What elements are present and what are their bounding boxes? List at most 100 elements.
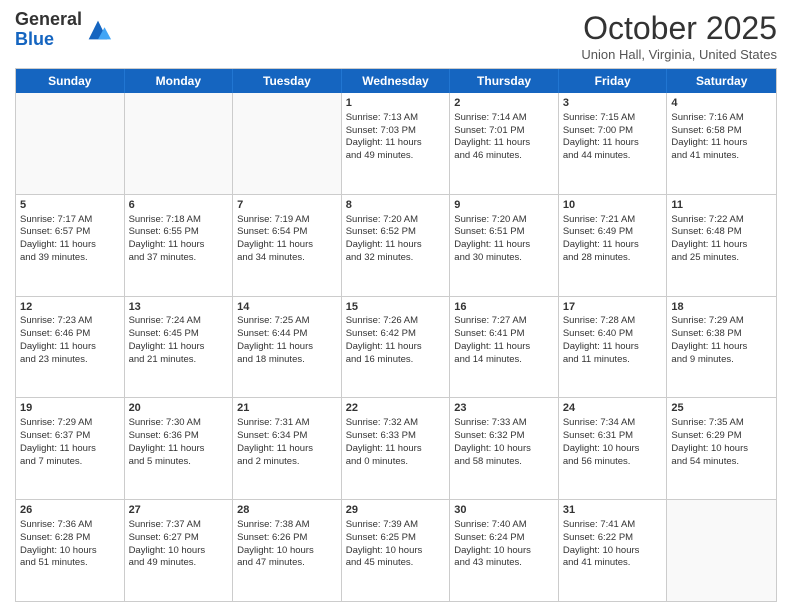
day-info: Sunrise: 7:33 AM Sunset: 6:32 PM Dayligh… [454,417,554,468]
day-info: Sunrise: 7:31 AM Sunset: 6:34 PM Dayligh… [237,417,337,468]
day-info: Sunrise: 7:22 AM Sunset: 6:48 PM Dayligh… [671,214,772,265]
day-cell-10: 10Sunrise: 7:21 AM Sunset: 6:49 PM Dayli… [559,195,668,296]
day-number: 17 [563,300,663,315]
day-number: 8 [346,198,446,213]
day-cell-13: 13Sunrise: 7:24 AM Sunset: 6:45 PM Dayli… [125,297,234,398]
day-info: Sunrise: 7:20 AM Sunset: 6:51 PM Dayligh… [454,214,554,265]
day-cell-8: 8Sunrise: 7:20 AM Sunset: 6:52 PM Daylig… [342,195,451,296]
day-cell-28: 28Sunrise: 7:38 AM Sunset: 6:26 PM Dayli… [233,500,342,601]
day-info: Sunrise: 7:40 AM Sunset: 6:24 PM Dayligh… [454,519,554,570]
location: Union Hall, Virginia, United States [581,47,777,62]
day-number: 15 [346,300,446,315]
day-info: Sunrise: 7:17 AM Sunset: 6:57 PM Dayligh… [20,214,120,265]
calendar-week-2: 5Sunrise: 7:17 AM Sunset: 6:57 PM Daylig… [16,194,776,296]
empty-cell [16,93,125,194]
logo-icon [84,16,112,44]
day-info: Sunrise: 7:30 AM Sunset: 6:36 PM Dayligh… [129,417,229,468]
day-number: 13 [129,300,229,315]
day-number: 30 [454,503,554,518]
day-info: Sunrise: 7:18 AM Sunset: 6:55 PM Dayligh… [129,214,229,265]
calendar: SundayMondayTuesdayWednesdayThursdayFrid… [15,68,777,602]
day-info: Sunrise: 7:16 AM Sunset: 6:58 PM Dayligh… [671,112,772,163]
day-info: Sunrise: 7:37 AM Sunset: 6:27 PM Dayligh… [129,519,229,570]
day-number: 18 [671,300,772,315]
day-cell-30: 30Sunrise: 7:40 AM Sunset: 6:24 PM Dayli… [450,500,559,601]
header: General Blue October 2025 Union Hall, Vi… [15,10,777,62]
day-cell-27: 27Sunrise: 7:37 AM Sunset: 6:27 PM Dayli… [125,500,234,601]
day-cell-15: 15Sunrise: 7:26 AM Sunset: 6:42 PM Dayli… [342,297,451,398]
day-number: 22 [346,401,446,416]
logo: General Blue [15,10,112,50]
header-day-wednesday: Wednesday [342,69,451,93]
day-number: 24 [563,401,663,416]
page: General Blue October 2025 Union Hall, Vi… [0,0,792,612]
day-cell-24: 24Sunrise: 7:34 AM Sunset: 6:31 PM Dayli… [559,398,668,499]
day-number: 12 [20,300,120,315]
day-number: 29 [346,503,446,518]
day-cell-2: 2Sunrise: 7:14 AM Sunset: 7:01 PM Daylig… [450,93,559,194]
day-cell-23: 23Sunrise: 7:33 AM Sunset: 6:32 PM Dayli… [450,398,559,499]
header-day-monday: Monday [125,69,234,93]
day-cell-4: 4Sunrise: 7:16 AM Sunset: 6:58 PM Daylig… [667,93,776,194]
month-title: October 2025 [581,10,777,47]
day-cell-22: 22Sunrise: 7:32 AM Sunset: 6:33 PM Dayli… [342,398,451,499]
day-number: 19 [20,401,120,416]
day-info: Sunrise: 7:23 AM Sunset: 6:46 PM Dayligh… [20,315,120,366]
day-cell-21: 21Sunrise: 7:31 AM Sunset: 6:34 PM Dayli… [233,398,342,499]
header-day-tuesday: Tuesday [233,69,342,93]
day-info: Sunrise: 7:41 AM Sunset: 6:22 PM Dayligh… [563,519,663,570]
day-info: Sunrise: 7:15 AM Sunset: 7:00 PM Dayligh… [563,112,663,163]
day-info: Sunrise: 7:38 AM Sunset: 6:26 PM Dayligh… [237,519,337,570]
calendar-week-3: 12Sunrise: 7:23 AM Sunset: 6:46 PM Dayli… [16,296,776,398]
calendar-header: SundayMondayTuesdayWednesdayThursdayFrid… [16,69,776,93]
header-day-sunday: Sunday [16,69,125,93]
day-cell-29: 29Sunrise: 7:39 AM Sunset: 6:25 PM Dayli… [342,500,451,601]
day-info: Sunrise: 7:13 AM Sunset: 7:03 PM Dayligh… [346,112,446,163]
day-number: 28 [237,503,337,518]
day-cell-6: 6Sunrise: 7:18 AM Sunset: 6:55 PM Daylig… [125,195,234,296]
day-cell-31: 31Sunrise: 7:41 AM Sunset: 6:22 PM Dayli… [559,500,668,601]
day-number: 20 [129,401,229,416]
day-number: 14 [237,300,337,315]
day-cell-11: 11Sunrise: 7:22 AM Sunset: 6:48 PM Dayli… [667,195,776,296]
day-info: Sunrise: 7:20 AM Sunset: 6:52 PM Dayligh… [346,214,446,265]
day-info: Sunrise: 7:19 AM Sunset: 6:54 PM Dayligh… [237,214,337,265]
day-info: Sunrise: 7:25 AM Sunset: 6:44 PM Dayligh… [237,315,337,366]
calendar-week-4: 19Sunrise: 7:29 AM Sunset: 6:37 PM Dayli… [16,397,776,499]
title-section: October 2025 Union Hall, Virginia, Unite… [581,10,777,62]
day-info: Sunrise: 7:26 AM Sunset: 6:42 PM Dayligh… [346,315,446,366]
day-number: 1 [346,96,446,111]
day-info: Sunrise: 7:36 AM Sunset: 6:28 PM Dayligh… [20,519,120,570]
day-info: Sunrise: 7:32 AM Sunset: 6:33 PM Dayligh… [346,417,446,468]
day-cell-17: 17Sunrise: 7:28 AM Sunset: 6:40 PM Dayli… [559,297,668,398]
day-info: Sunrise: 7:39 AM Sunset: 6:25 PM Dayligh… [346,519,446,570]
day-info: Sunrise: 7:28 AM Sunset: 6:40 PM Dayligh… [563,315,663,366]
day-cell-19: 19Sunrise: 7:29 AM Sunset: 6:37 PM Dayli… [16,398,125,499]
day-cell-5: 5Sunrise: 7:17 AM Sunset: 6:57 PM Daylig… [16,195,125,296]
day-number: 26 [20,503,120,518]
day-cell-12: 12Sunrise: 7:23 AM Sunset: 6:46 PM Dayli… [16,297,125,398]
day-info: Sunrise: 7:34 AM Sunset: 6:31 PM Dayligh… [563,417,663,468]
header-day-friday: Friday [559,69,668,93]
day-cell-1: 1Sunrise: 7:13 AM Sunset: 7:03 PM Daylig… [342,93,451,194]
day-info: Sunrise: 7:35 AM Sunset: 6:29 PM Dayligh… [671,417,772,468]
day-cell-26: 26Sunrise: 7:36 AM Sunset: 6:28 PM Dayli… [16,500,125,601]
empty-cell [233,93,342,194]
header-day-thursday: Thursday [450,69,559,93]
day-number: 5 [20,198,120,213]
day-number: 3 [563,96,663,111]
calendar-week-5: 26Sunrise: 7:36 AM Sunset: 6:28 PM Dayli… [16,499,776,601]
day-number: 21 [237,401,337,416]
logo-blue: Blue [15,29,54,49]
day-number: 23 [454,401,554,416]
day-info: Sunrise: 7:29 AM Sunset: 6:37 PM Dayligh… [20,417,120,468]
day-info: Sunrise: 7:29 AM Sunset: 6:38 PM Dayligh… [671,315,772,366]
day-number: 16 [454,300,554,315]
day-number: 2 [454,96,554,111]
day-number: 31 [563,503,663,518]
day-cell-7: 7Sunrise: 7:19 AM Sunset: 6:54 PM Daylig… [233,195,342,296]
calendar-body: 1Sunrise: 7:13 AM Sunset: 7:03 PM Daylig… [16,93,776,601]
day-info: Sunrise: 7:24 AM Sunset: 6:45 PM Dayligh… [129,315,229,366]
day-cell-20: 20Sunrise: 7:30 AM Sunset: 6:36 PM Dayli… [125,398,234,499]
logo-general: General [15,9,82,29]
